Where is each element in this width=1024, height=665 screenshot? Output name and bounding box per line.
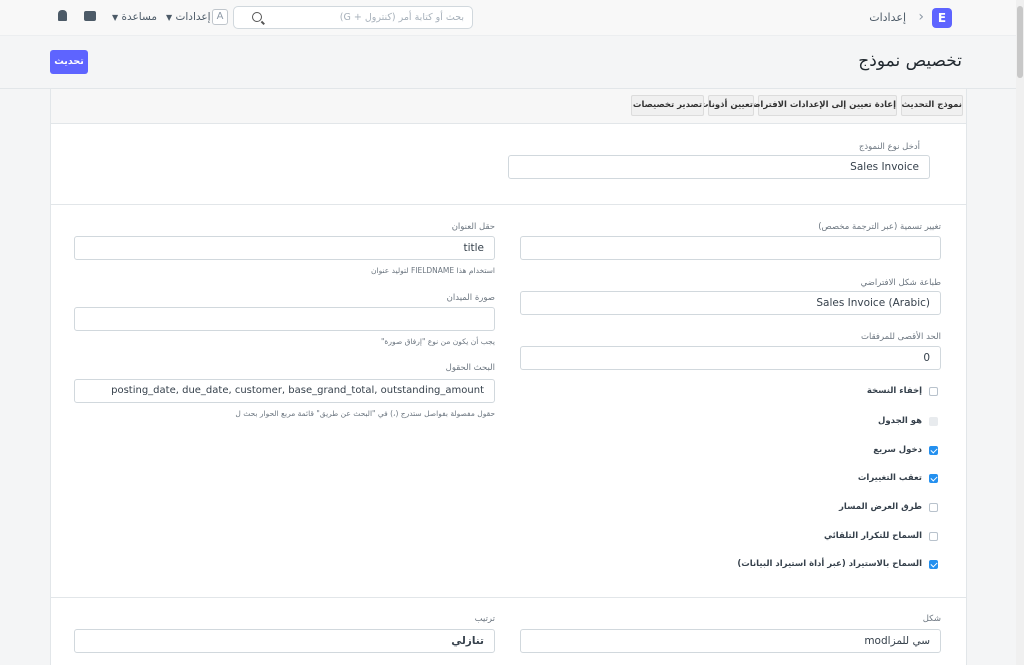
navbar: E ‹ إعدادات بحث أو كتابة أمر (كنترول + G… [0,0,1016,36]
breadcrumb-settings[interactable]: إعدادات [869,11,906,24]
checkbox [929,417,938,426]
rename-label: تغيير تسمية (عبر الترجمة مخصص) [818,222,941,232]
update-button[interactable]: تحديث [50,50,88,74]
caret-down-icon: ▼ [166,13,173,22]
sort-order-select[interactable]: تنازلي [74,629,495,653]
checkbox-label: إخفاء النسخة [866,386,922,396]
checkbox-quick-entry[interactable]: دخول سريع [738,445,938,460]
chat-icon[interactable] [84,11,96,21]
checkbox[interactable] [929,560,938,569]
caret-down-icon: ▼ [112,13,119,22]
default-print-format-label: طباعة شكل الافتراضي [860,278,941,288]
checkbox-allow-import[interactable]: السماح بالاستيراد (عبر أداة استيراد البي… [678,559,938,574]
help-label: مساعدة [121,11,157,23]
checkbox-hide-copy[interactable]: إخفاء النسخة [738,386,938,401]
checkbox-label: السماح بالاستيراد (عبر أداة استيراد البي… [737,559,922,569]
checkbox[interactable] [929,503,938,512]
search-fields-help: حقول مفصولة بفواصل ستدرج (،) في "البحث ع… [235,409,495,418]
set-permissions-button[interactable]: تعيين أذونات [700,95,754,116]
settings-label: إعدادات [175,11,211,23]
image-field-label: صورة الميدان [446,293,495,303]
doctype-button[interactable]: نموذج التحديث [901,95,963,116]
search-input[interactable]: بحث أو كتابة أمر (كنترول + G) [340,12,464,23]
title-field-label: حقل العنوان [451,222,495,232]
form-card: نموذج التحديث إعادة تعيين إلى الإعدادات … [50,89,967,665]
checkbox-label: السماح للتكرار التلقائي [823,531,922,541]
checkbox[interactable] [929,532,938,541]
export-customizations-button[interactable]: تصدير تخصيصات [631,95,704,116]
checkbox[interactable] [929,474,938,483]
checkbox-label: دخول سريع [873,445,922,455]
section-divider [51,204,966,205]
app-logo[interactable]: E [932,8,952,28]
doctype-input[interactable]: Sales Invoice [508,155,930,179]
sort-order-label: ترتيب [474,614,495,624]
checkbox[interactable] [929,387,938,396]
avatar[interactable]: A [212,9,228,25]
title-field-input[interactable]: title [74,236,495,260]
shape-input[interactable]: سي للمزاmod [520,629,941,653]
checkbox-is-table: هو الجدول [738,416,938,431]
checkbox-label: تعقب التغييرات [857,473,922,483]
max-attachments-input[interactable]: 0 [520,346,941,370]
checkbox-track-changes[interactable]: تعقب التغييرات [738,473,938,488]
search-fields-input[interactable]: posting_date, due_date, customer, base_g… [74,379,495,403]
help-dropdown[interactable]: مساعدة ▼ [112,11,157,23]
checkbox-label: طرق العرض المسار [839,502,922,512]
doctype-label: أدخل نوع النموذج [858,142,920,152]
chevron-left-icon: ‹ [918,9,924,25]
checkbox-allow-auto-repeat[interactable]: السماح للتكرار التلقائي [738,531,938,546]
default-print-format-input[interactable]: Sales Invoice (Arabic) [520,291,941,315]
settings-dropdown[interactable]: إعدادات ▼ [166,11,211,23]
rename-input[interactable] [520,236,941,260]
title-field-help: استخدام هذا FIELDNAME لتوليد عنوان [371,266,495,275]
checkbox-track-views[interactable]: طرق العرض المسار [738,502,938,517]
search-icon [252,12,262,22]
page-scrollbar[interactable] [1016,0,1024,665]
search-bar[interactable]: بحث أو كتابة أمر (كنترول + G) [233,6,473,29]
shape-label: شكل [922,614,941,624]
image-field-input[interactable] [74,307,495,331]
form-toolbar: نموذج التحديث إعادة تعيين إلى الإعدادات … [51,89,966,124]
search-fields-label: البحث الحقول [445,363,495,373]
checkbox-label: هو الجدول [878,416,922,426]
checkbox[interactable] [929,446,938,455]
page-title: تخصيص نموذج [858,51,962,71]
scrollbar-thumb[interactable] [1017,6,1023,78]
section-divider [51,597,966,598]
max-attachments-label: الحد الأقصى للمرفقات [861,332,941,342]
bell-icon[interactable] [58,10,67,21]
reset-to-defaults-button[interactable]: إعادة تعيين إلى الإعدادات الافتراضية [744,95,897,116]
image-field-help: يجب أن يكون من نوع "إرفاق صورة" [380,337,495,346]
